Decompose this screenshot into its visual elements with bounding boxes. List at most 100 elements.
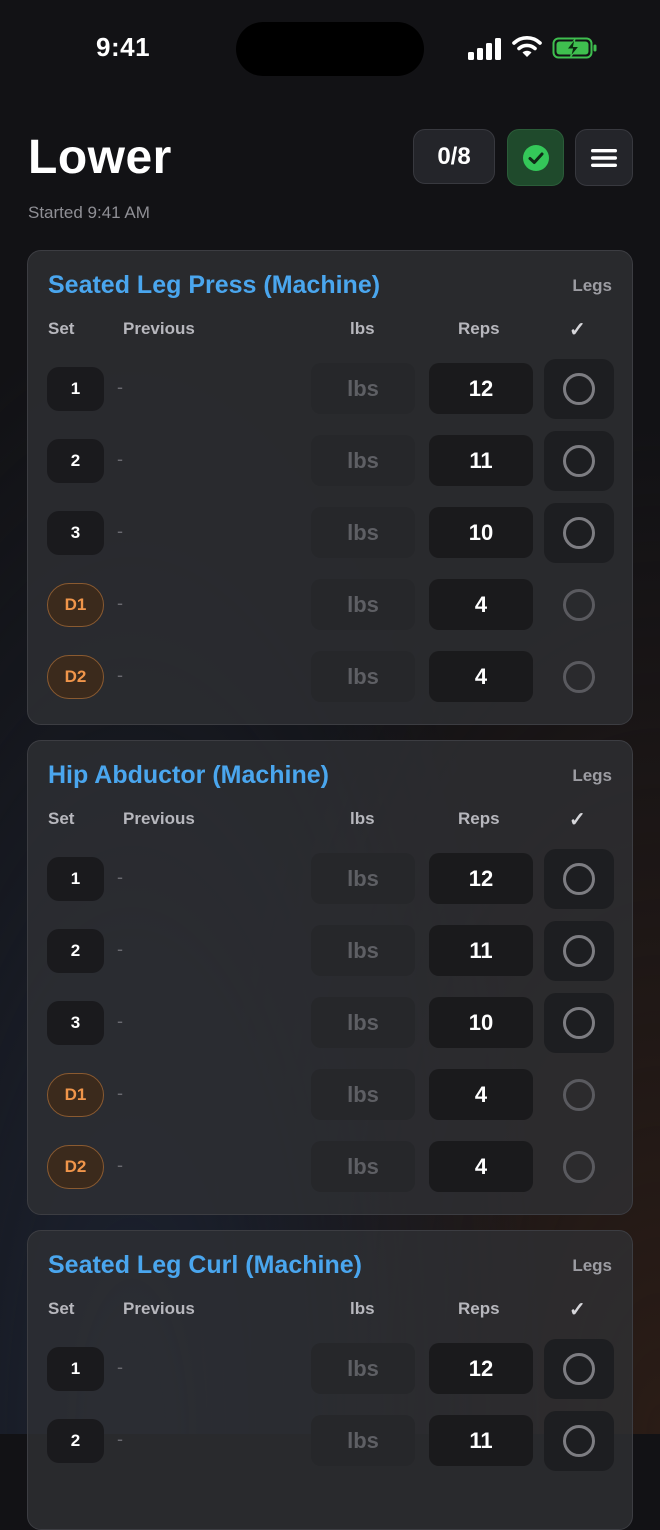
column-header-lbs: lbs	[350, 1299, 375, 1318]
exercise-name[interactable]: Seated Leg Press (Machine)	[48, 271, 380, 300]
reps-input[interactable]: 10	[429, 997, 533, 1048]
complete-set-button[interactable]	[544, 359, 614, 419]
complete-set-button[interactable]	[544, 1339, 614, 1399]
circle-icon	[563, 1353, 595, 1385]
column-header-previous: Previous	[123, 319, 195, 338]
drop-set-button[interactable]: D1	[47, 583, 104, 627]
previous-value: -	[117, 1429, 123, 1449]
circle-icon	[563, 661, 595, 693]
reps-input[interactable]: 10	[429, 507, 533, 558]
muscle-group-label: Legs	[572, 1256, 612, 1275]
set-number-button[interactable]: 1	[47, 857, 104, 901]
circle-icon	[563, 863, 595, 895]
drop-set-button[interactable]: D2	[47, 655, 104, 699]
weight-input[interactable]: lbs	[311, 507, 415, 558]
set-row: 2 - lbs 11	[28, 1411, 632, 1471]
column-header-reps: Reps	[458, 809, 500, 828]
circle-icon	[563, 589, 595, 621]
previous-value: -	[117, 1011, 123, 1031]
previous-value: -	[117, 377, 123, 397]
column-header-lbs: lbs	[350, 809, 375, 828]
complete-set-button[interactable]	[544, 647, 614, 707]
set-number-button[interactable]: 1	[47, 1347, 104, 1391]
complete-set-button[interactable]	[544, 849, 614, 909]
menu-button[interactable]	[575, 129, 633, 186]
workout-start-time: Started 9:41 AM	[28, 203, 150, 222]
reps-input[interactable]: 11	[429, 435, 533, 486]
set-row: D1 - lbs 4	[28, 575, 632, 635]
set-number-button[interactable]: 3	[47, 1001, 104, 1045]
reps-input[interactable]: 11	[429, 925, 533, 976]
previous-value: -	[117, 1357, 123, 1377]
set-row: D1 - lbs 4	[28, 1065, 632, 1125]
column-header-done: ✓	[569, 319, 586, 341]
status-time: 9:41	[96, 32, 151, 62]
weight-input[interactable]: lbs	[311, 997, 415, 1048]
reps-input[interactable]: 4	[429, 1069, 533, 1120]
weight-input[interactable]: lbs	[311, 925, 415, 976]
previous-value: -	[117, 1083, 123, 1103]
previous-value: -	[117, 593, 123, 613]
exercise-name[interactable]: Hip Abductor (Machine)	[48, 761, 329, 790]
set-number-button[interactable]: 2	[47, 929, 104, 973]
drop-set-button[interactable]: D2	[47, 1145, 104, 1189]
weight-input[interactable]: lbs	[311, 1141, 415, 1192]
set-row: 2 - lbs 11	[28, 431, 632, 491]
column-header-done: ✓	[569, 1299, 586, 1321]
weight-input[interactable]: lbs	[311, 853, 415, 904]
reps-input[interactable]: 12	[429, 1343, 533, 1394]
reps-input[interactable]: 12	[429, 853, 533, 904]
exercise-card: Seated Leg Press (Machine) Legs Set Prev…	[27, 250, 633, 725]
complete-set-button[interactable]	[544, 1137, 614, 1197]
column-header-set: Set	[48, 319, 75, 338]
set-row: 1 - lbs 12	[28, 849, 632, 909]
reps-input[interactable]: 11	[429, 1415, 533, 1466]
set-number-button[interactable]: 2	[47, 1419, 104, 1463]
complete-set-button[interactable]	[544, 921, 614, 981]
progress-counter-button[interactable]: 0/8	[413, 129, 495, 184]
workout-title: Lower	[28, 131, 172, 184]
circle-icon	[563, 373, 595, 405]
set-row: 3 - lbs 10	[28, 503, 632, 563]
column-header-set: Set	[48, 1299, 75, 1318]
complete-set-button[interactable]	[544, 1065, 614, 1125]
check-circle-icon	[522, 144, 549, 171]
column-header-previous: Previous	[123, 1299, 195, 1318]
complete-set-button[interactable]	[544, 503, 614, 563]
complete-set-button[interactable]	[544, 575, 614, 635]
circle-icon	[563, 1425, 595, 1457]
previous-value: -	[117, 1155, 123, 1175]
reps-input[interactable]: 4	[429, 651, 533, 702]
battery-charging-icon	[552, 36, 598, 60]
reps-input[interactable]: 4	[429, 1141, 533, 1192]
column-header-previous: Previous	[123, 809, 195, 828]
weight-input[interactable]: lbs	[311, 651, 415, 702]
complete-set-button[interactable]	[544, 1411, 614, 1471]
circle-icon	[563, 1079, 595, 1111]
complete-set-button[interactable]	[544, 431, 614, 491]
reps-input[interactable]: 12	[429, 363, 533, 414]
drop-set-button[interactable]: D1	[47, 1073, 104, 1117]
circle-icon	[563, 935, 595, 967]
column-header-reps: Reps	[458, 319, 500, 338]
circle-icon	[563, 445, 595, 477]
set-row: 1 - lbs 12	[28, 359, 632, 419]
weight-input[interactable]: lbs	[311, 1069, 415, 1120]
complete-set-button[interactable]	[544, 993, 614, 1053]
weight-input[interactable]: lbs	[311, 1343, 415, 1394]
circle-icon	[563, 1151, 595, 1183]
set-row: D2 - lbs 4	[28, 1137, 632, 1197]
muscle-group-label: Legs	[572, 766, 612, 785]
weight-input[interactable]: lbs	[311, 363, 415, 414]
set-number-button[interactable]: 3	[47, 511, 104, 555]
weight-input[interactable]: lbs	[311, 1415, 415, 1466]
set-number-button[interactable]: 1	[47, 367, 104, 411]
finish-workout-button[interactable]	[507, 129, 564, 186]
weight-input[interactable]: lbs	[311, 579, 415, 630]
set-number-button[interactable]: 2	[47, 439, 104, 483]
weight-input[interactable]: lbs	[311, 435, 415, 486]
exercise-name[interactable]: Seated Leg Curl (Machine)	[48, 1251, 362, 1280]
column-header-reps: Reps	[458, 1299, 500, 1318]
reps-input[interactable]: 4	[429, 579, 533, 630]
dynamic-island	[236, 22, 424, 76]
